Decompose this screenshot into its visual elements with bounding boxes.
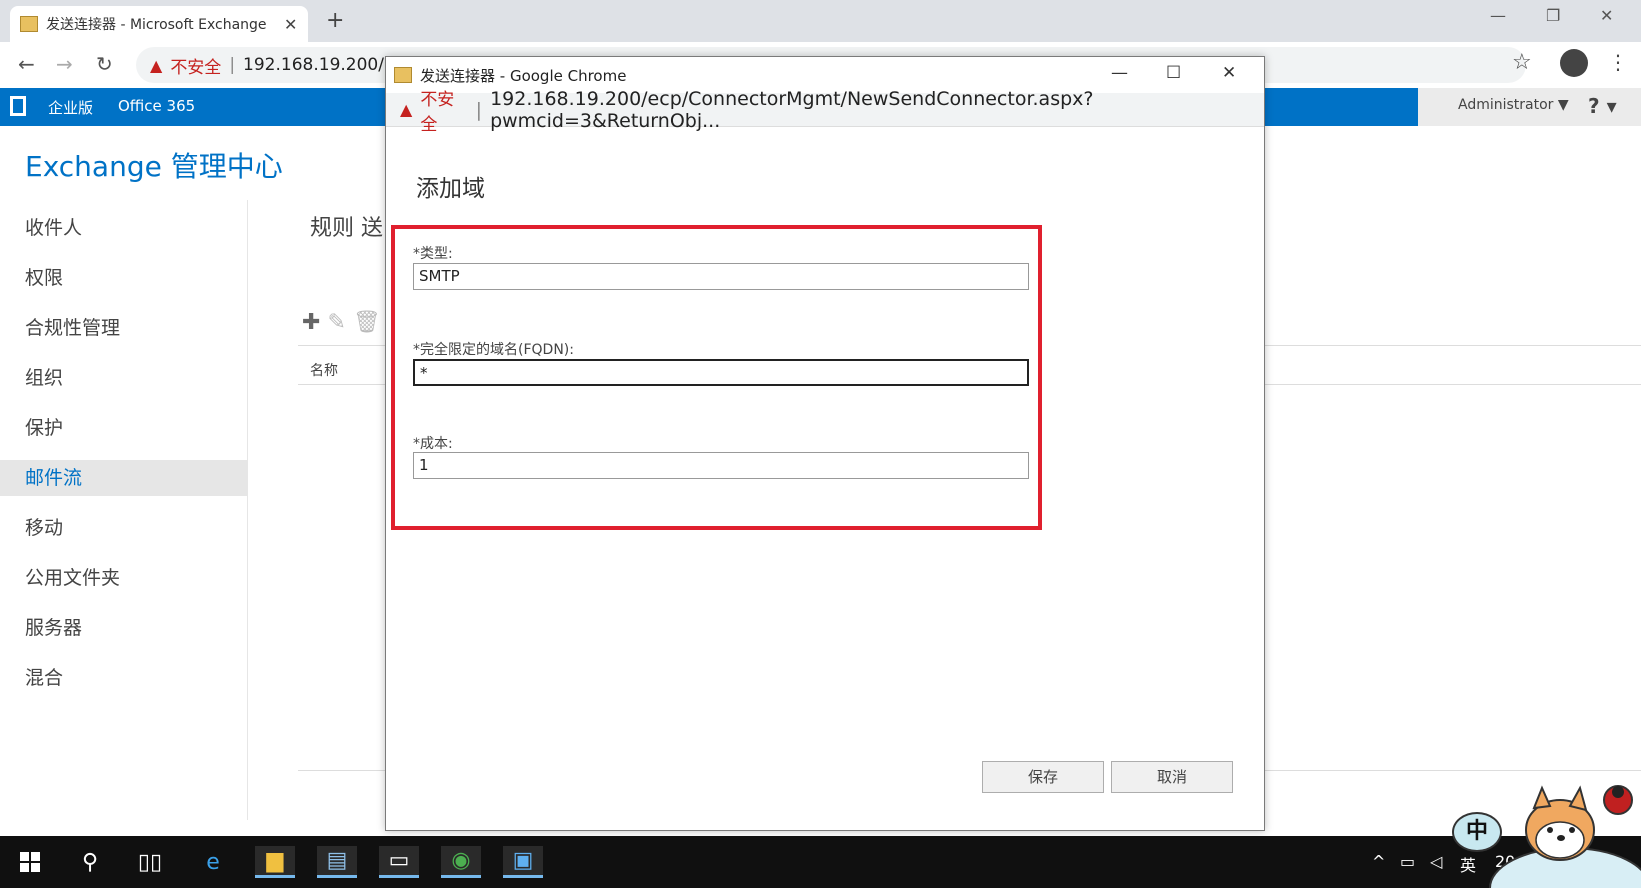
reload-icon[interactable]: ↻	[96, 52, 113, 76]
fqdn-label: *完全限定的域名(FQDN):	[413, 342, 574, 358]
list-toolbar: ✚ ✎ 🗑	[302, 310, 381, 335]
exchange-favicon-icon	[394, 67, 412, 83]
exchange-favicon-icon	[20, 16, 38, 32]
cost-field[interactable]: 1	[413, 452, 1029, 479]
browser-menu-icon[interactable]: ⋮	[1608, 50, 1628, 74]
popup-minimize-icon[interactable]: —	[1111, 63, 1128, 83]
office365-link[interactable]: Office 365	[118, 97, 195, 115]
bookmark-star-icon[interactable]: ☆	[1512, 50, 1532, 75]
task-view-icon[interactable]: ▯▯	[130, 846, 170, 878]
tray-chevron-icon[interactable]: ^	[1372, 852, 1385, 871]
exchange-app-icon[interactable]: ▣	[503, 846, 543, 878]
warning-icon: ▲	[150, 55, 163, 75]
restore-icon[interactable]: ❐	[1546, 6, 1560, 25]
popup-url: 192.168.19.200/ecp/ConnectorMgmt/NewSend…	[490, 87, 1094, 132]
url-separator: |	[475, 98, 483, 121]
column-header-name[interactable]: 名称	[310, 360, 338, 380]
network-icon[interactable]: ▭	[1400, 852, 1415, 871]
nav-item-servers[interactable]: 服务器	[0, 610, 248, 646]
page-tab-rules[interactable]: 规则 送	[310, 210, 383, 242]
nav-item-hybrid[interactable]: 混合	[0, 660, 248, 696]
header-user-area: Administrator ▼ ? ▾	[1418, 88, 1641, 126]
popup-insecure-label: 不安全	[420, 89, 455, 135]
new-tab-button[interactable]: +	[326, 8, 344, 33]
nav-item-mobile[interactable]: 移动	[0, 510, 248, 546]
volume-icon[interactable]: ◁	[1430, 852, 1442, 871]
help-icon[interactable]: ? ▾	[1588, 94, 1617, 118]
warning-icon: ▲	[400, 100, 413, 119]
cancel-button[interactable]: 取消	[1111, 761, 1233, 793]
nav-item-permissions[interactable]: 权限	[0, 260, 248, 296]
minimize-icon[interactable]: —	[1490, 6, 1506, 25]
edit-icon[interactable]: ✎	[327, 310, 345, 335]
save-button[interactable]: 保存	[982, 761, 1104, 793]
address-url: 192.168.19.200/	[243, 55, 384, 75]
add-domain-popup: 发送连接器 - Google Chrome — ☐ ✕ ▲ 不安全 | 192.…	[385, 56, 1265, 831]
forward-arrow-icon[interactable]: →	[56, 52, 73, 76]
left-nav: 收件人 权限 合规性管理 组织 保护 邮件流 移动 公用文件夹 服务器 混合	[0, 200, 248, 820]
add-icon[interactable]: ✚	[302, 310, 320, 335]
close-tab-icon[interactable]: ✕	[284, 15, 297, 34]
nav-item-public-folders[interactable]: 公用文件夹	[0, 560, 248, 596]
nav-item-recipients[interactable]: 收件人	[0, 210, 248, 246]
dialog-heading: 添加域	[416, 176, 485, 202]
edition-link[interactable]: 企业版	[48, 97, 93, 118]
nav-item-compliance[interactable]: 合规性管理	[0, 310, 248, 346]
start-icon[interactable]	[10, 846, 50, 878]
insecure-label: 不安全	[170, 57, 222, 78]
fqdn-field[interactable]: *	[413, 359, 1029, 386]
page-title: Exchange 管理中心	[25, 150, 283, 183]
browser-tab[interactable]: 发送连接器 - Microsoft Exchange ✕	[10, 6, 308, 42]
popup-close-icon[interactable]: ✕	[1222, 63, 1236, 83]
profile-avatar-icon[interactable]	[1560, 49, 1588, 77]
back-arrow-icon[interactable]: ←	[18, 52, 35, 76]
highlight-annotation-box: *类型: SMTP *完全限定的域名(FQDN): * *成本: 1	[391, 225, 1042, 530]
popup-window-title: 发送连接器 - Google Chrome	[420, 66, 627, 85]
windows-taskbar: ⚲ ▯▯ e ▆ ▤ ▭ ◉ ▣ ^ ▭ ◁ 英 20	[0, 836, 1641, 888]
type-label: *类型:	[413, 246, 453, 262]
popup-address-bar: ▲ 不安全 | 192.168.19.200/ecp/ConnectorMgmt…	[386, 88, 1264, 135]
browser-tabstrip: 发送连接器 - Microsoft Exchange ✕ + — ❐ ✕	[0, 0, 1641, 42]
user-menu[interactable]: Administrator ▼	[1458, 97, 1569, 113]
nav-item-mail-flow[interactable]: 邮件流	[0, 460, 248, 496]
ime-mode-indicator[interactable]: 中	[1452, 812, 1502, 852]
popup-maximize-icon[interactable]: ☐	[1166, 63, 1181, 83]
terminal-icon[interactable]: ▭	[379, 846, 419, 878]
internet-explorer-icon[interactable]: e	[193, 846, 233, 878]
close-window-icon[interactable]: ✕	[1600, 6, 1613, 25]
search-icon[interactable]: ⚲	[70, 846, 110, 878]
type-field[interactable]: SMTP	[413, 263, 1029, 290]
file-explorer-icon[interactable]: ▆	[255, 846, 295, 878]
url-separator: |	[229, 55, 236, 75]
cost-label: *成本:	[413, 436, 453, 452]
office-logo-icon	[10, 96, 26, 116]
server-manager-icon[interactable]: ▤	[317, 846, 357, 878]
tab-title: 发送连接器 - Microsoft Exchange	[46, 17, 267, 33]
delete-icon[interactable]: 🗑	[353, 310, 381, 335]
chrome-icon[interactable]: ◉	[441, 846, 481, 878]
nav-item-organization[interactable]: 组织	[0, 360, 248, 396]
nav-item-protection[interactable]: 保护	[0, 410, 248, 446]
